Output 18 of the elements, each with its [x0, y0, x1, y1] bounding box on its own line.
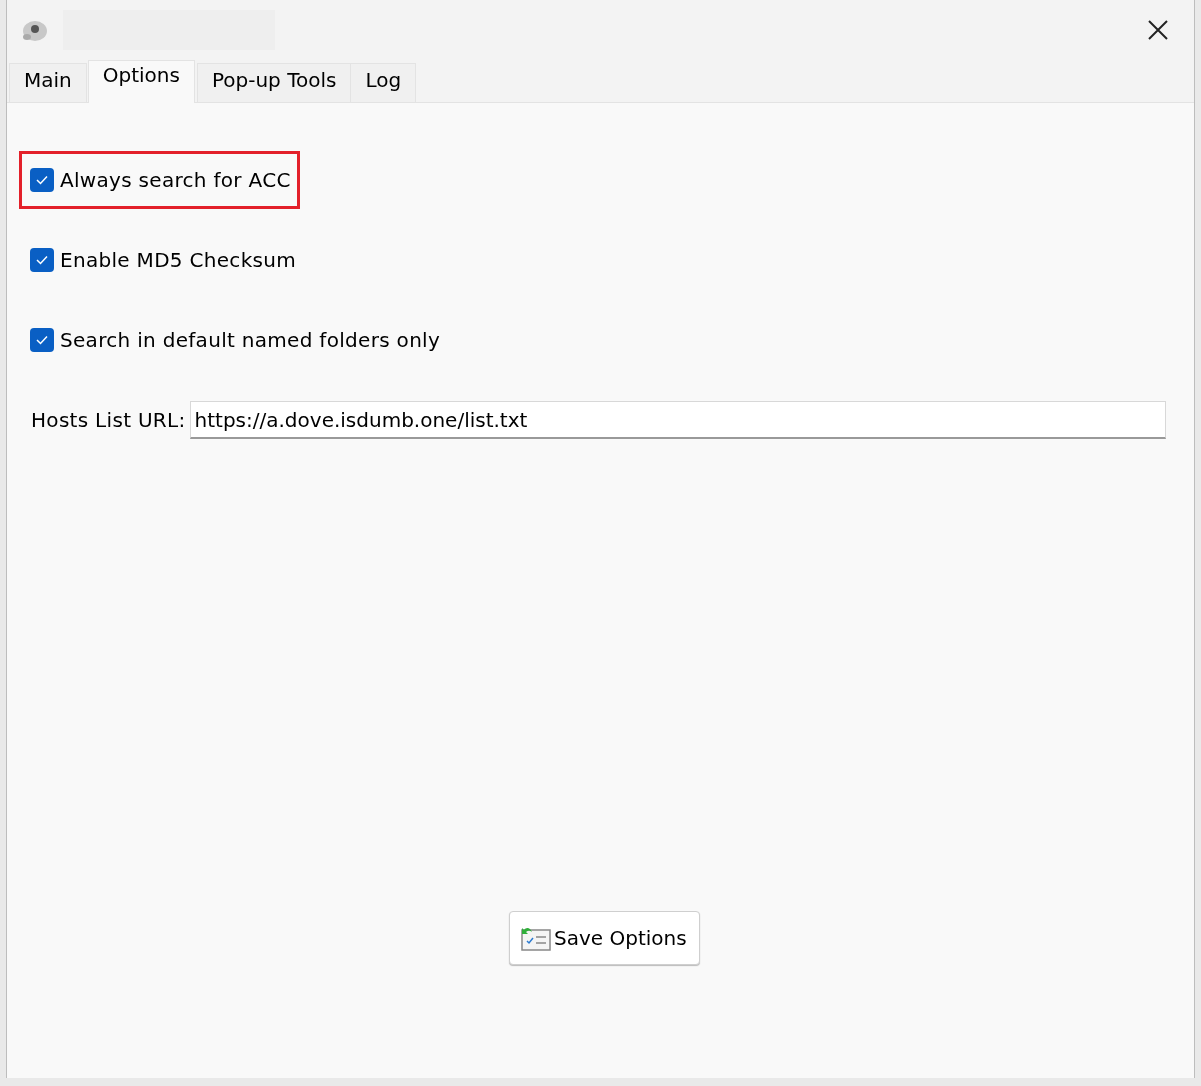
checkbox-label[interactable]: Always search for ACC — [60, 168, 291, 192]
checkmark-icon — [35, 173, 49, 187]
checkmark-icon — [35, 253, 49, 267]
tab[interactable]: Main — [9, 63, 87, 102]
checkbox-label[interactable]: Enable MD5 Checksum — [60, 248, 297, 272]
tab[interactable]: Log — [350, 63, 417, 102]
checkbox[interactable] — [30, 168, 54, 192]
app-icon — [21, 18, 49, 42]
checkbox[interactable] — [30, 328, 54, 352]
checkbox[interactable] — [30, 248, 54, 272]
url-field[interactable]: https://a.dove.isdumb.one/list.txt — [189, 401, 1166, 439]
tab[interactable]: Options — [87, 60, 195, 103]
save-button[interactable]: Save Options — [509, 911, 700, 965]
close-icon[interactable] — [1146, 18, 1170, 42]
checkmark-icon — [35, 333, 49, 347]
field-label: Hosts List URL: — [31, 408, 186, 432]
checkbox-label[interactable]: Search in default named folders only — [60, 328, 441, 352]
tab[interactable]: Pop-up Tools — [196, 63, 352, 102]
